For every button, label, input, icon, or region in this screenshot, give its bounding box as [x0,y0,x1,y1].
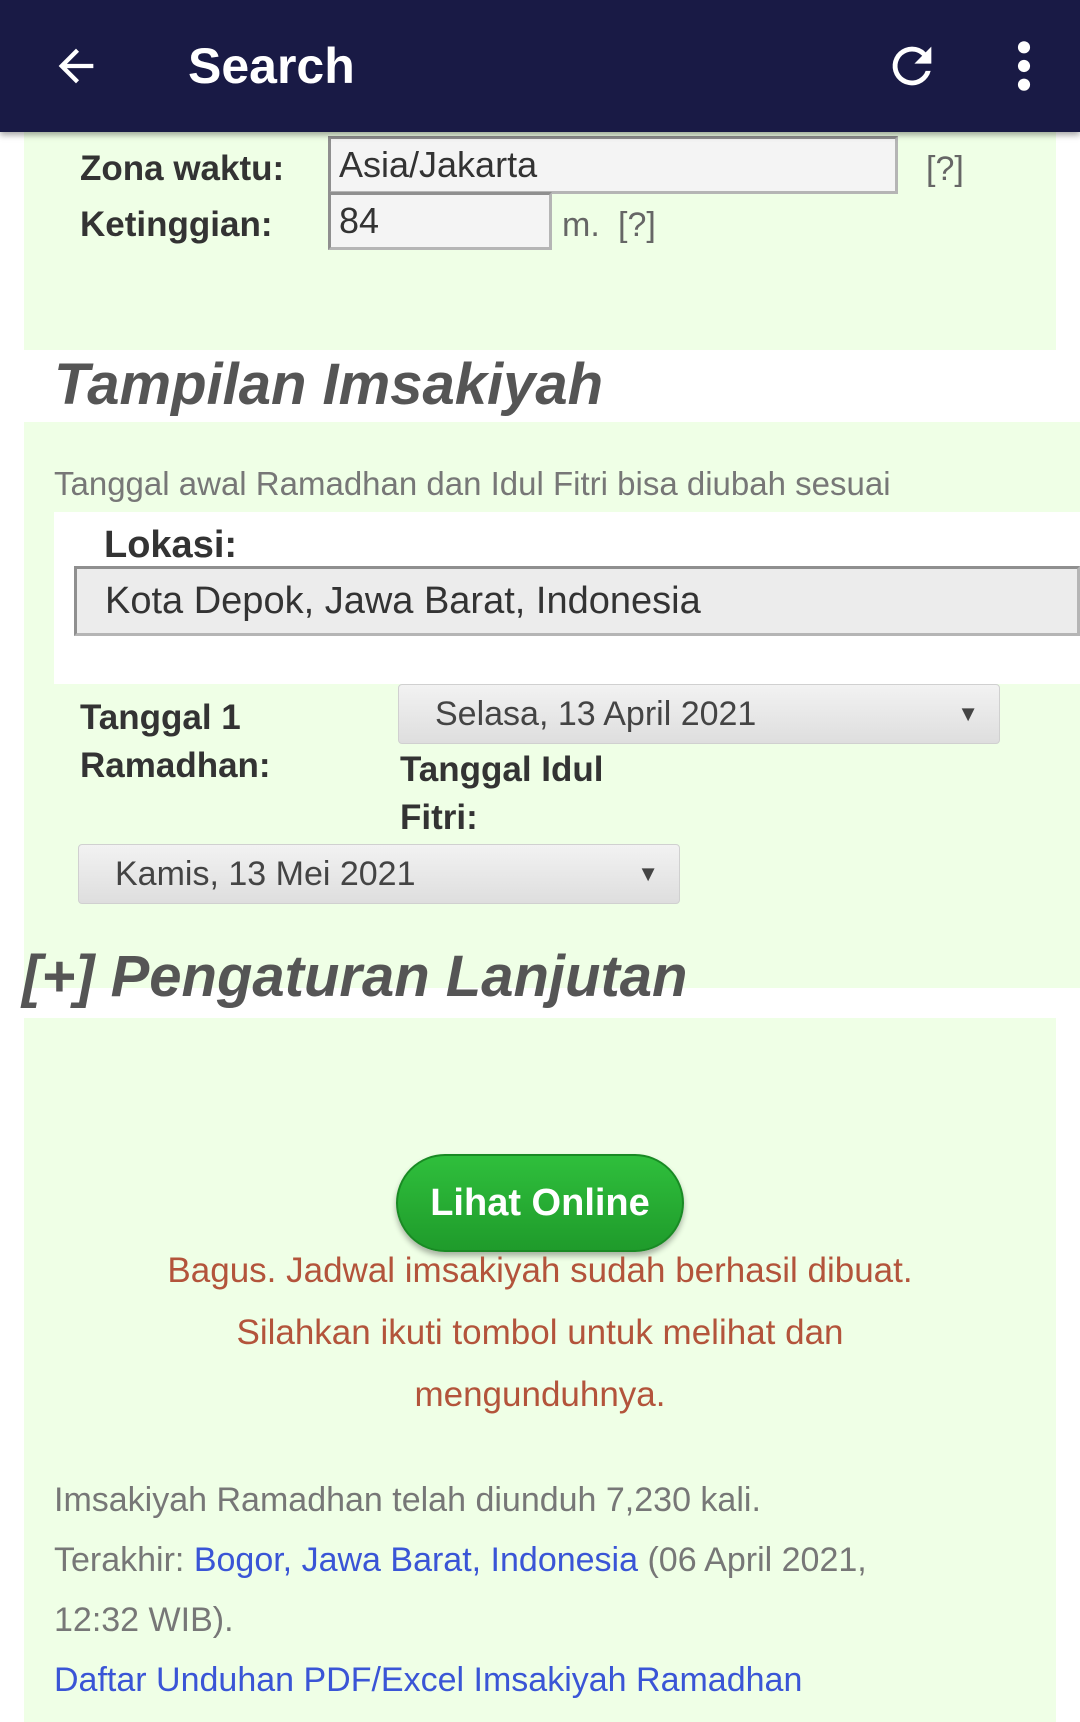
ramadhan-date-label-line1: Tanggal 1 [80,698,241,737]
location-input[interactable]: Kota Depok, Jawa Barat, Indonesia [74,566,1080,636]
app-bar-title: Search [188,38,355,94]
view-online-button[interactable]: Lihat Online [396,1154,684,1252]
elevation-help-link[interactable]: [?] [618,204,656,246]
idul-fitri-date-label-line2: Fitri: [400,798,478,837]
idul-fitri-date-label: Tanggal Idul Fitri: [400,746,604,842]
dropdown-arrow-icon: ▼ [957,701,979,726]
idul-fitri-date-select[interactable]: Kamis, 13 Mei 2021 ▼ [78,844,680,904]
back-button[interactable] [40,30,112,102]
timezone-value: Asia/Jakarta [339,144,538,185]
success-message-line2: Silahkan ikuti tombol untuk melihat dan [236,1313,844,1352]
download-count-text: Imsakiyah Ramadhan telah diunduh 7,230 k… [54,1481,761,1519]
overflow-menu-button[interactable] [1000,28,1048,104]
last-download-time: (06 April 2021, [638,1541,867,1579]
last-download-time-line2: 12:32 WIB). [54,1601,234,1639]
elevation-input[interactable]: 84 [328,192,552,250]
ramadhan-date-label-line2: Ramadhan: [80,746,271,785]
success-message-line3: mengunduhnya. [414,1375,666,1414]
download-list-link[interactable]: Daftar Unduhan PDF/Excel Imsakiyah Ramad… [54,1650,802,1710]
success-message: Bagus. Jadwal imsakiyah sudah berhasil d… [60,1240,1020,1426]
dropdown-arrow-icon: ▼ [637,861,659,886]
refresh-icon [892,46,932,86]
page-content: Zona waktu: Asia/Jakarta [?] Ketinggian:… [0,132,1080,1722]
display-section-heading: Tampilan Imsakiyah [54,352,604,417]
location-label: Lokasi: [104,524,238,566]
more-vertical-icon [1017,41,1031,91]
idul-fitri-date-label-line1: Tanggal Idul [400,750,604,789]
display-info-text: Tanggal awal Ramadhan dan Idul Fitri bis… [54,465,891,502]
arrow-left-icon [58,48,94,84]
location-value: Kota Depok, Jawa Barat, Indonesia [105,579,701,622]
success-message-line1: Bagus. Jadwal imsakiyah sudah berhasil d… [167,1251,913,1290]
advanced-settings-toggle[interactable]: [+] Pengaturan Lanjutan [22,942,687,1012]
last-download-prefix: Terakhir: [54,1541,194,1579]
last-download-line: Terakhir: Bogor, Jawa Barat, Indonesia (… [54,1530,867,1590]
app-bar: Search [0,0,1080,132]
timezone-help-link[interactable]: [?] [926,148,964,190]
refresh-button[interactable] [874,28,950,104]
elevation-unit: m. [562,206,600,244]
elevation-label: Ketinggian: [80,205,273,244]
idul-fitri-date-value: Kamis, 13 Mei 2021 [115,854,416,893]
timezone-input[interactable]: Asia/Jakarta [328,136,898,194]
last-download-location-link[interactable]: Bogor, Jawa Barat, Indonesia [194,1541,638,1579]
timezone-label: Zona waktu: [80,149,285,188]
ramadhan-date-value: Selasa, 13 April 2021 [435,694,757,733]
ramadhan-date-select[interactable]: Selasa, 13 April 2021 ▼ [398,684,1000,744]
elevation-value: 84 [339,200,380,241]
ramadhan-date-label: Tanggal 1 Ramadhan: [80,694,271,790]
